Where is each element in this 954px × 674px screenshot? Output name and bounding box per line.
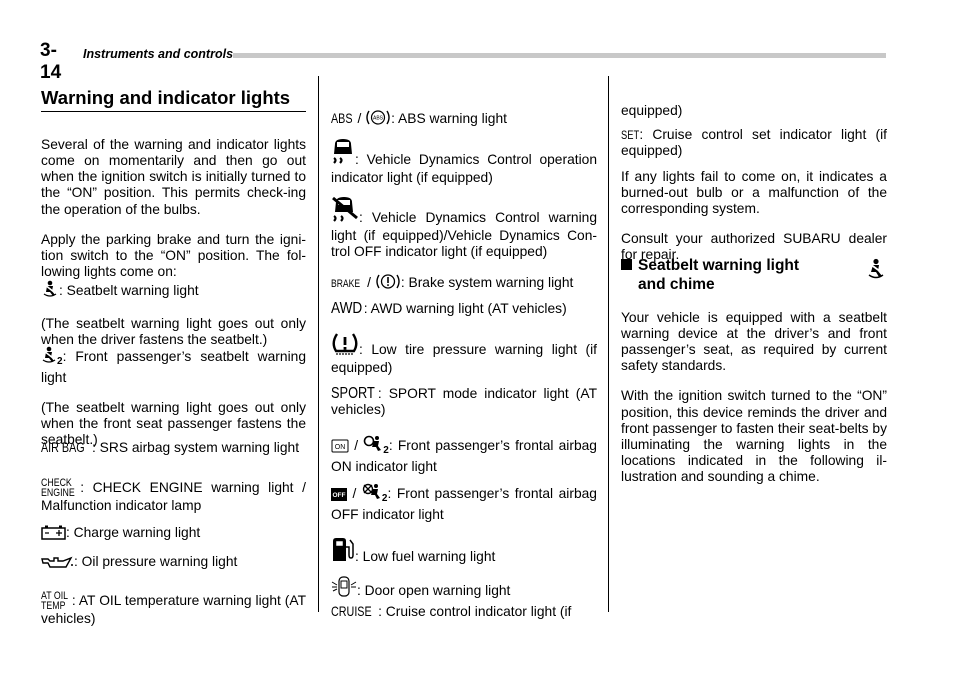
item-label: : Seatbelt warning light <box>59 282 199 298</box>
separator: / <box>354 437 359 453</box>
column-divider <box>318 76 319 612</box>
intro-text-1: Several of the warning and indicator lig… <box>41 136 306 217</box>
item-label: : Oil pressure warning light <box>74 553 238 569</box>
svg-text:ABS: ABS <box>373 115 384 121</box>
item-label: : Low tire pressure warning light (if eq… <box>331 341 597 375</box>
airbag-label-icon: AIR BAG <box>41 439 85 455</box>
vdc-off-icon <box>331 196 359 228</box>
passenger-airbag-on-icon <box>363 435 383 457</box>
item-label: : CHECK ENGINE warning light / Malfuncti… <box>41 479 306 513</box>
item-label: : Charge warning light <box>66 524 201 540</box>
chapter-title: Instruments and controls <box>83 47 234 61</box>
header-rule <box>233 53 886 58</box>
airbag-off-label-icon: OFF <box>331 487 347 505</box>
column-divider <box>608 76 609 612</box>
passenger-airbag-off-icon <box>362 483 382 505</box>
cruise-label-icon: CRUISE <box>331 603 372 619</box>
item-label: : Vehicle Dynamics Control operation ind… <box>331 151 597 185</box>
list-item: AT OIL TEMP: AT OIL temperature warning l… <box>41 577 306 641</box>
seatbelt-icon <box>41 280 59 302</box>
icon-text-bottom: ENGINE <box>41 486 75 499</box>
svg-text:ON: ON <box>335 444 346 451</box>
check-engine-label-icon: CHECK ENGINE <box>41 477 75 499</box>
tire-pressure-icon <box>331 332 359 360</box>
awd-label-icon: AWD <box>331 299 363 317</box>
item-label: : Cruise control set indicator light (if… <box>621 126 887 158</box>
vdc-operation-icon <box>331 138 355 170</box>
item-label: : AT OIL temperature warning light (AT v… <box>41 592 306 626</box>
paragraph: Your vehicle is equipped with a seatbelt… <box>621 296 887 499</box>
subsection-heading: Seatbelt warning light and chime <box>621 256 799 294</box>
item-label: : AWD warning light (AT vehicles) <box>363 300 567 316</box>
sport-label-icon: SPORT <box>331 384 375 402</box>
heading-line-1: Seatbelt warning light <box>638 257 800 274</box>
at-oil-temp-label-icon: AT OIL TEMP <box>41 590 68 612</box>
paragraph-text: If any lights fail to come on, it indica… <box>621 168 887 217</box>
page-number: 3-14 <box>40 40 62 83</box>
separator: / <box>352 485 357 501</box>
item-label: : Cruise control indicator light (if <box>378 603 572 619</box>
seatbelt-icon <box>866 258 886 285</box>
item-label: : Vehicle Dynamics Control warning light… <box>331 209 597 260</box>
bullet-square-icon <box>621 259 632 270</box>
list-item: CRUISE : Cruise control indicator light (… <box>331 590 597 634</box>
set-label-icon: SET <box>621 127 640 142</box>
paragraph-text: With the ignition switch turned to the “… <box>621 388 887 485</box>
item-label: : SRS airbag system warning light <box>91 439 300 455</box>
svg-text:OFF: OFF <box>333 492 346 499</box>
section-title: Warning and indicator lights <box>41 87 291 108</box>
oil-can-icon <box>41 556 74 573</box>
passenger-seatbelt-icon <box>41 346 57 368</box>
heading-line-2: and chime <box>638 276 715 293</box>
paragraph-text: Your vehicle is equipped with a seatbelt… <box>621 309 887 374</box>
icon-text-bottom: TEMP <box>41 599 66 612</box>
item-label: : Front passenger’s seatbelt warning lig… <box>41 348 306 385</box>
title-underline <box>41 111 306 112</box>
airbag-on-label-icon: ON <box>331 439 349 457</box>
